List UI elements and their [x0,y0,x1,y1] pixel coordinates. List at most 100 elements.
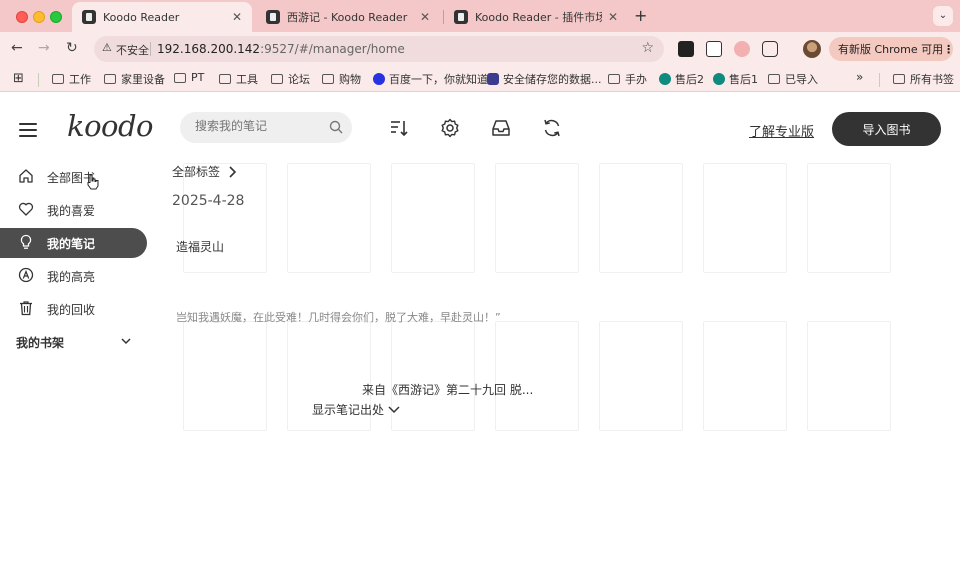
browser-tab-bar: Koodo Reader ✕ 西游记 - Koodo Reader ✕ Kood… [0,0,960,32]
search-input[interactable] [195,119,325,133]
address-bar[interactable]: ⚠ 不安全 192.168.200.142:9527/#/manager/hom… [94,36,664,62]
sharepoint-icon [713,73,725,85]
koodo-favicon-icon [454,10,468,24]
puzzle-icon[interactable] [762,41,778,57]
bookmark-folder[interactable]: 工作 [52,71,91,87]
home-icon [19,169,33,183]
sharepoint-icon [659,73,671,85]
all-tags-label: 全部标签 [172,165,221,179]
sync-icon[interactable] [542,118,562,138]
menu-icon[interactable] [19,123,37,137]
bookmarks-divider [38,73,39,87]
sidebar-item-label: 我的回收 [47,303,96,317]
tab-search-button[interactable]: ⌄ [933,6,953,26]
import-books-button[interactable]: 导入图书 [832,112,941,146]
chrome-update-button[interactable]: 有新版 Chrome 可用 ⋮ [829,37,954,61]
more-vert-icon[interactable]: ⋮ [943,43,954,56]
close-icon[interactable]: ✕ [608,10,618,24]
bookmark-label: 售后2 [675,73,704,86]
bookmark-label: 工具 [236,73,258,86]
more-bookmarks-icon[interactable]: » [856,70,863,84]
koodo-logo: koodo [67,109,154,143]
bookmark-label: 已导入 [785,73,818,86]
back-arrow-icon[interactable]: ← [11,40,23,56]
bookmark-label: 所有书签 [910,73,954,86]
my-shelf-label[interactable]: 我的书架 [16,334,64,351]
close-icon[interactable]: ✕ [232,10,242,24]
show-note-source-toggle[interactable]: 显示笔记出处 [312,401,400,418]
tab-xiyouji[interactable]: 西游记 - Koodo Reader ✕ [256,2,440,32]
profile-avatar[interactable] [803,40,821,58]
note-text[interactable]: 造福灵山 [176,238,224,255]
sidebar-item-highlights[interactable]: 我的高亮 [0,261,147,291]
koodo-favicon-icon [266,10,280,24]
close-icon[interactable]: ✕ [420,10,430,24]
bookmark-label: 论坛 [288,73,310,86]
bulb-icon [20,234,32,249]
apps-grid-icon[interactable]: ⊞ [13,71,24,86]
extension-icon[interactable] [678,41,694,57]
tab-title: Koodo Reader - 插件市场 [475,11,602,24]
bookmark-folder[interactable]: 已导入 [768,71,818,87]
new-tab-button[interactable]: + [634,6,647,25]
bookmark-label: 手办 [625,73,647,86]
tab-koodo-reader[interactable]: Koodo Reader ✕ [72,2,252,32]
sidebar-item-trash[interactable]: 我的回收 [0,294,147,324]
maximize-window-button[interactable] [50,11,62,23]
search-icon[interactable] [329,120,343,134]
pointer-hand-cursor-icon [87,174,99,190]
tab-title: Koodo Reader [103,10,180,24]
koodo-favicon-icon [82,10,96,24]
warning-icon: ⚠ [102,41,112,54]
bookmark-baidu[interactable]: 百度一下，你就知道 [373,71,488,87]
sort-icon[interactable] [389,118,409,138]
bookmark-label: 百度一下，你就知道 [389,73,488,86]
folder-icon [322,74,334,84]
minimize-window-button[interactable] [33,11,45,23]
bookmark-service[interactable]: 售后2 [659,71,704,87]
bookmark-service[interactable]: 售后1 [713,71,758,87]
bookmark-folder[interactable]: 论坛 [271,71,310,87]
extension-icon[interactable] [734,41,750,57]
settings-gear-icon[interactable] [440,118,460,138]
learn-pro-link[interactable]: 了解专业版 [749,121,814,140]
chrome-update-label: 有新版 Chrome 可用 [838,43,944,56]
note-source: 来自《西游记》第二十九回 脱... [362,383,534,397]
bookmark-storage[interactable]: 安全储存您的数据... [487,71,602,87]
bookmark-label: PT [191,71,205,84]
all-tags-header[interactable]: 全部标签 [172,163,237,180]
insecure-label[interactable]: 不安全 [116,42,149,58]
sidebar-item-notes[interactable]: 我的笔记 [0,228,147,258]
bookmark-folder[interactable]: PT [174,71,204,84]
folder-icon [768,74,780,84]
url-path: :9527/#/manager/home [260,42,405,56]
bookmark-folder[interactable]: 购物 [322,71,361,87]
tab-title: 西游记 - Koodo Reader [287,11,408,24]
bookmark-star-icon[interactable]: ☆ [641,40,654,56]
storage-site-icon [487,73,499,85]
reload-icon[interactable]: ↻ [66,40,78,56]
bookmarks-bar: ⊞ 工作 家里设备 PT 工具 论坛 购物 百度一下，你就知道 安全储存您的数据… [0,66,960,92]
heart-icon [18,202,34,216]
folder-icon [174,72,186,83]
trash-icon [20,301,32,316]
chevron-down-icon[interactable] [120,336,132,346]
sidebar-item-favorites[interactable]: 我的喜爱 [0,195,147,225]
all-bookmarks-folder[interactable]: 所有书签 [893,71,954,87]
forward-arrow-icon[interactable]: → [38,40,50,56]
bookmark-folder[interactable]: 家里设备 [104,71,165,87]
inbox-icon[interactable] [491,118,511,138]
close-window-button[interactable] [16,11,28,23]
chevron-right-icon [229,165,237,178]
bookmark-folder[interactable]: 手办 [608,71,647,87]
browser-toolbar: ← → ↻ ⚠ 不安全 192.168.200.142:9527/#/manag… [0,32,960,66]
bookmark-folder[interactable]: 工具 [219,71,258,87]
show-note-source-label: 显示笔记出处 [312,403,385,417]
sidebar-item-label: 我的喜爱 [47,204,96,218]
search-box[interactable] [180,112,352,143]
bookmark-label: 安全储存您的数据... [503,73,602,86]
url-text[interactable]: 192.168.200.142:9527/#/manager/home [157,42,405,56]
sidebar-item-all-books[interactable]: 全部图书 [0,162,147,192]
tab-plugin-market[interactable]: Koodo Reader - 插件市场 ✕ [444,2,628,32]
screenshot-extension-icon[interactable] [706,41,722,57]
